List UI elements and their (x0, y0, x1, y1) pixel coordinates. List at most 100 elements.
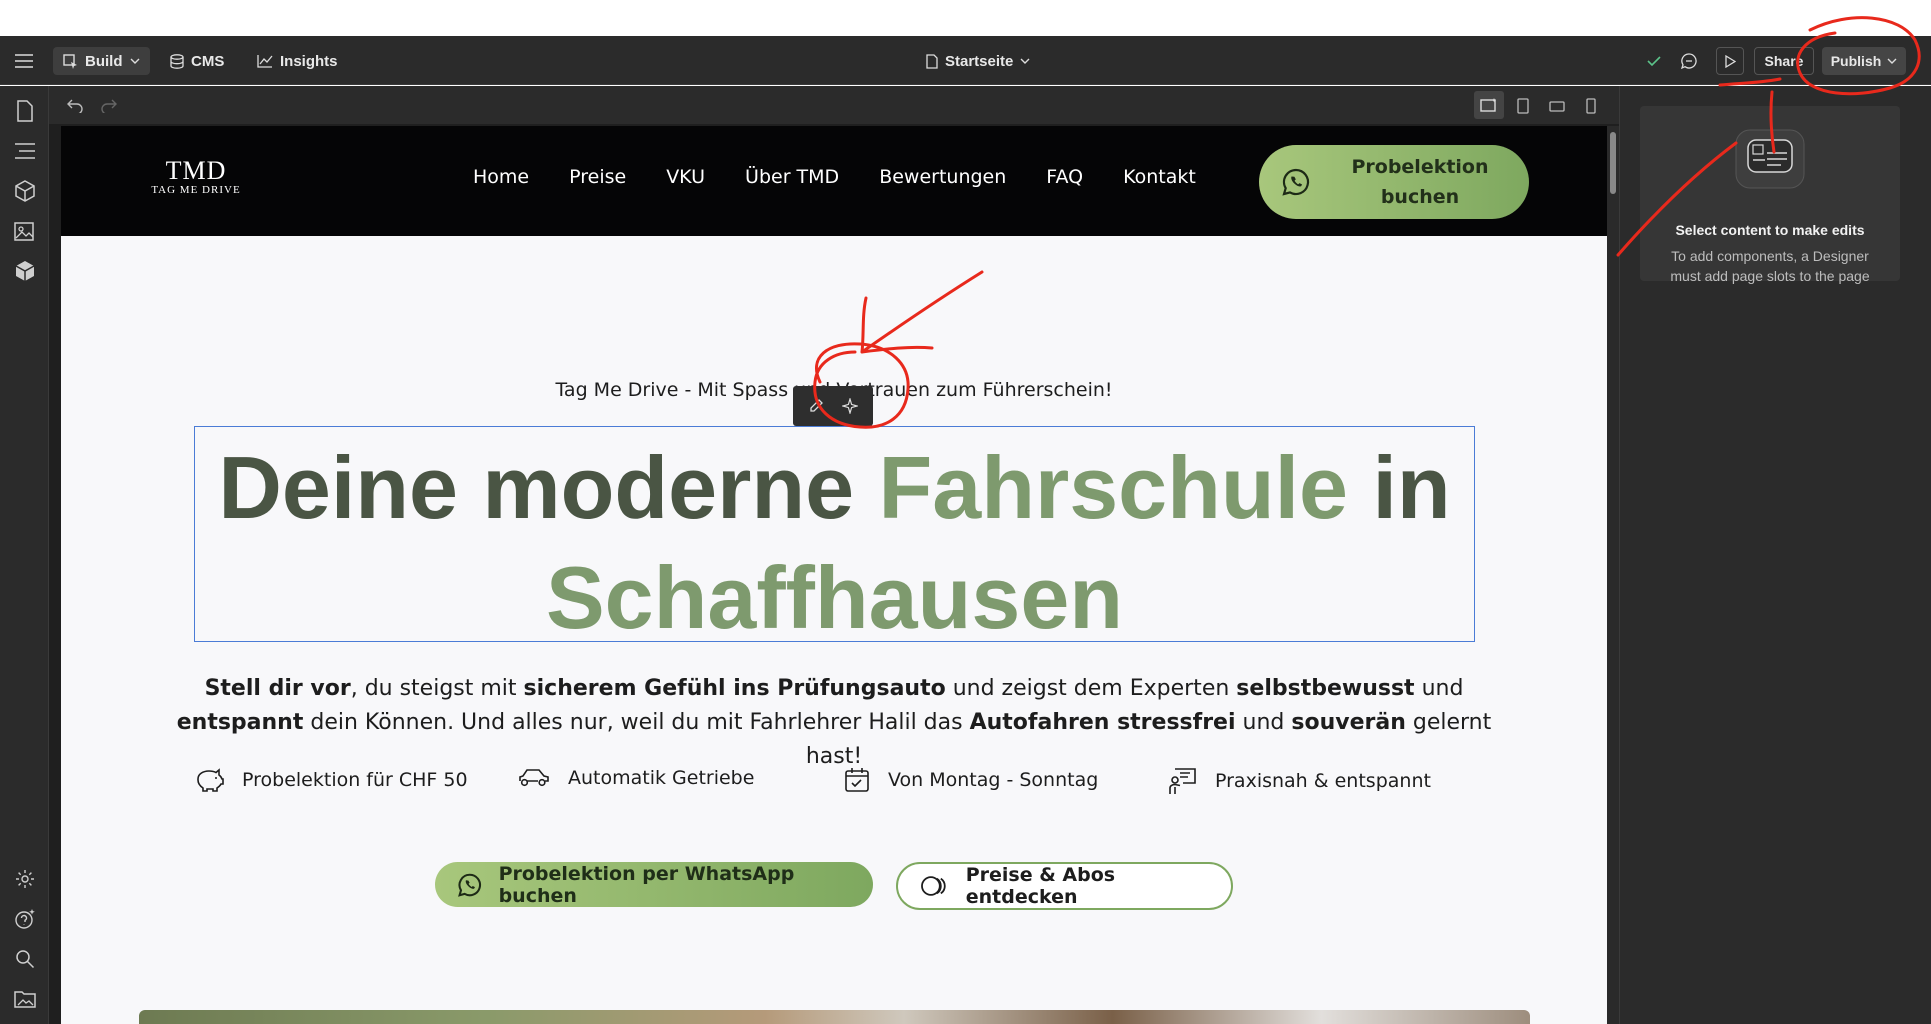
text-span: dein Können. Und alles nur, weil du mit … (303, 710, 970, 735)
whatsapp-icon (458, 873, 481, 897)
build-mode-button[interactable]: Build (53, 47, 150, 75)
pencil-icon[interactable] (808, 398, 824, 414)
header-cta-button[interactable]: Probelektion buchen (1259, 145, 1529, 219)
whatsapp-icon (1282, 168, 1310, 196)
text-bold: souverän (1291, 710, 1406, 735)
text-bold: sicherem Gefühl ins Prüfungsauto (523, 676, 946, 701)
tablet-breakpoint-icon[interactable] (1511, 94, 1535, 118)
undo-icon[interactable] (63, 94, 87, 118)
text-span: und (1414, 676, 1464, 701)
check-icon (1644, 47, 1664, 75)
insights-label: Insights (280, 52, 338, 70)
nav-link-vku[interactable]: VKU (666, 166, 705, 188)
text-span: und (1235, 710, 1292, 735)
header-cta-line1: Probelektion (1351, 156, 1489, 178)
help-ai-icon[interactable] (12, 906, 37, 931)
pages-icon[interactable] (12, 98, 37, 123)
website-page: TMD TAG ME DRIVE Home Preise VKU Über TM… (61, 126, 1607, 1024)
hero-heading: Deine moderne Fahrschule in Schaffhausen (195, 433, 1474, 653)
whatsapp-booking-button[interactable]: Probelektion per WhatsApp buchen (435, 862, 873, 907)
build-label: Build (85, 52, 123, 70)
feature-label: Praxisnah & entspannt (1215, 770, 1431, 792)
panel-subtitle: To add components, a Designer must add p… (1670, 248, 1870, 284)
menu-icon[interactable] (12, 47, 36, 75)
right-panel: Select content to make edits To add comp… (1619, 86, 1931, 1024)
mobile-portrait-breakpoint-icon[interactable] (1579, 94, 1603, 118)
ai-sparkle-icon[interactable] (842, 398, 858, 414)
comment-icon[interactable] (1678, 47, 1700, 75)
logo-sub: TAG ME DRIVE (151, 184, 241, 196)
car-icon (519, 769, 549, 787)
redo-icon[interactable] (97, 94, 121, 118)
hero-photo (139, 1010, 1530, 1024)
text-bold: entspannt (176, 710, 304, 735)
page-name: Startseite (945, 52, 1014, 70)
header-cta-label: Probelektion buchen (1335, 152, 1505, 212)
site-header: TMD TAG ME DRIVE Home Preise VKU Über TM… (61, 126, 1607, 236)
main-nav: Home Preise VKU Über TMD Bewertungen FAQ… (473, 166, 1196, 188)
select-content-illustration-icon (1735, 129, 1805, 189)
feature-label: Probelektion für CHF 50 (242, 769, 468, 791)
nav-link-faq[interactable]: FAQ (1046, 166, 1083, 188)
primary-button-label: Probelektion per WhatsApp buchen (498, 862, 795, 907)
desktop-breakpoint-icon[interactable] (1474, 91, 1504, 119)
canvas-scrollbar[interactable] (1607, 126, 1619, 1024)
text-span: und zeigst dem Experten (945, 676, 1237, 701)
heading-accent-schaffhausen: Schaffhausen (545, 548, 1124, 647)
share-button[interactable]: Share (1754, 47, 1814, 75)
feature-label: Von Montag - Sonntag (888, 769, 1099, 791)
apps-cube-icon[interactable] (12, 258, 37, 283)
nav-link-kontakt[interactable]: Kontakt (1123, 166, 1196, 188)
cms-label: CMS (191, 52, 225, 70)
hero-paragraph[interactable]: Stell dir vor, du steigst mit sicherem G… (171, 672, 1497, 774)
teacher-board-icon (1169, 768, 1196, 794)
mobile-landscape-breakpoint-icon[interactable] (1545, 94, 1569, 118)
settings-icon[interactable] (12, 866, 37, 891)
feature-item: Von Montag - Sonntag (844, 767, 1098, 793)
text-bold: Autofahren stressfrei (969, 710, 1236, 735)
heading-part2: in (1348, 438, 1451, 537)
design-canvas: TMD TAG ME DRIVE Home Preise VKU Über TM… (49, 124, 1619, 1024)
site-logo[interactable]: TMD TAG ME DRIVE (146, 156, 246, 196)
cms-button[interactable]: CMS (170, 47, 224, 75)
inline-edit-toolbar (793, 386, 873, 426)
database-icon (170, 53, 184, 69)
publish-button[interactable]: Publish (1822, 47, 1906, 75)
panel-title: Select content to make edits (1675, 222, 1865, 238)
logo-main: TMD (165, 156, 227, 185)
nav-link-preise[interactable]: Preise (569, 166, 626, 188)
left-sidebar (0, 86, 49, 1024)
publish-label: Publish (1830, 53, 1882, 69)
page-icon (926, 53, 938, 69)
text-bold: Stell dir vor (204, 676, 351, 701)
chevron-down-icon (1887, 58, 1897, 64)
scrollbar-thumb[interactable] (1610, 132, 1616, 194)
canvas-toolbar (49, 86, 1619, 124)
nav-link-home[interactable]: Home (473, 166, 529, 188)
nav-link-ueber-tmd[interactable]: Über TMD (745, 166, 839, 188)
coins-icon (921, 876, 946, 896)
secondary-button-label: Preise & Abos entdecken (965, 864, 1116, 908)
empty-selection-card: Select content to make edits To add comp… (1640, 106, 1900, 284)
components-icon[interactable] (12, 178, 37, 203)
hero-heading-selected[interactable]: Deine moderne Fahrschule in Schaffhausen (194, 426, 1475, 647)
top-toolbar: Build CMS Insights Startseite Share Publ… (0, 36, 1931, 85)
header-cta-line2: buchen (1380, 186, 1460, 208)
piggy-bank-icon (197, 768, 224, 792)
heading-accent-fahrschule: Fahrschule (878, 438, 1348, 537)
page-selector[interactable]: Startseite (926, 47, 1030, 75)
text-span: , du steigst mit (350, 676, 524, 701)
pricing-button[interactable]: Preise & Abos entdecken (896, 862, 1233, 910)
heading-part1: Deine moderne (218, 438, 879, 537)
media-folder-icon[interactable] (12, 986, 37, 1011)
navigator-icon[interactable] (12, 138, 37, 163)
nav-link-bewertungen[interactable]: Bewertungen (879, 166, 1006, 188)
assets-icon[interactable] (12, 218, 37, 243)
build-icon (63, 53, 77, 69)
feature-list: Probelektion für CHF 50 Automatik Getrie… (194, 767, 1494, 807)
insights-button[interactable]: Insights (257, 47, 338, 75)
feature-item: Automatik Getriebe (518, 767, 754, 789)
search-icon[interactable] (12, 946, 37, 971)
chart-line-icon (257, 55, 273, 68)
preview-play-button[interactable] (1716, 47, 1744, 75)
